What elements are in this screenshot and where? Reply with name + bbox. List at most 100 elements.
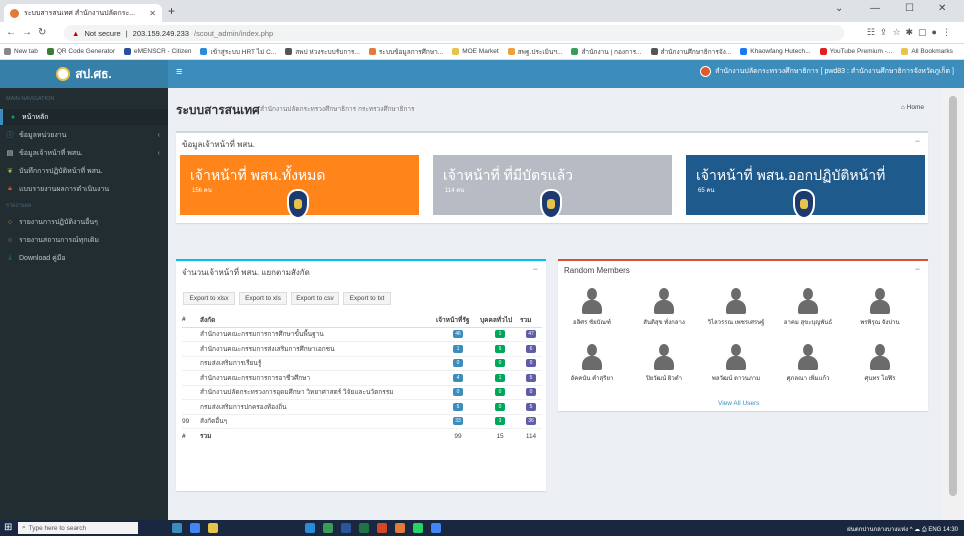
member-card[interactable]: อาคม สุขะบุญพันธ์ xyxy=(778,288,838,327)
word-icon[interactable] xyxy=(341,523,351,533)
line-icon[interactable] xyxy=(413,523,423,533)
bookmark-item[interactable]: New tab xyxy=(4,48,38,55)
bookmark-item[interactable]: MOE Market xyxy=(452,48,499,55)
count-badge: 3 xyxy=(495,417,505,426)
member-card[interactable]: พลวัฒน์ ดาวนภาม xyxy=(706,344,766,383)
table-header-row: # สังกัด เจ้าหน้าที่รัฐ บุคคลทั่วไป รวม xyxy=(182,313,542,328)
list-icon: ▤ xyxy=(6,150,14,157)
back-icon[interactable]: ← xyxy=(6,27,16,38)
app-icon[interactable] xyxy=(395,523,405,533)
menu-toggle-icon[interactable]: ≡ xyxy=(176,66,182,78)
bookmark-item[interactable]: ระบบข้อมูลการศึกษา... xyxy=(368,47,443,57)
taskbar-search-field[interactable]: ⌕ Type here to search xyxy=(18,522,138,534)
bookmark-item[interactable]: เข้าสู่ระบบ HRT ไม่ C... xyxy=(200,47,276,57)
forward-icon[interactable]: → xyxy=(22,27,32,38)
user-menu[interactable]: สำนักงานปลัดกระทรวงศึกษาธิการ [ pwd83 : … xyxy=(700,66,954,77)
sidebar-item-other-report[interactable]: ○ รายงานการปฏิบัติงานอื่นๆ xyxy=(0,214,168,230)
member-card[interactable]: อัคคนัน คำสุริยา xyxy=(562,344,622,383)
sidebar-header: MAIN NAVIGATION xyxy=(6,96,55,102)
app-logo[interactable]: สป.ศธ. xyxy=(0,60,168,88)
powerpoint-icon[interactable] xyxy=(377,523,387,533)
emblem-icon xyxy=(540,189,562,219)
sidebar-item-officers[interactable]: ▤ ข้อมูลเจ้าหน้าที่ พสน. ‹ xyxy=(0,145,168,161)
page-scrollbar[interactable] xyxy=(942,88,964,520)
cell-gov: 0 xyxy=(436,355,480,371)
sidebar-item-home[interactable]: ● หน้าหลัก xyxy=(0,109,168,125)
export-csv-button[interactable]: Export to csv xyxy=(291,292,339,305)
close-window-icon[interactable]: ✕ xyxy=(938,3,946,14)
qr-icon xyxy=(46,48,54,55)
facebook-icon xyxy=(740,48,748,55)
leaf-icon: ❦ xyxy=(7,168,13,175)
member-card[interactable]: ศุนทร โอฬิร xyxy=(850,344,910,383)
sidebar-item-report-form[interactable]: 🔒︎ แบบรายงานผลการดำเนินงาน xyxy=(0,181,168,197)
cell-agency: สำนักงานคณะกรรมการส่งเสริมการศึกษาเอกชน xyxy=(200,341,436,356)
site-icon xyxy=(200,48,208,55)
export-xls-button[interactable]: Export to xls xyxy=(239,292,287,305)
sidebar-item-agency[interactable]: ⓘ ข้อมูลหน่วยงาน ‹ xyxy=(0,127,168,143)
cell-agency: สังกัดอื่นๆ xyxy=(200,413,436,429)
member-name: พรพิรุณ จังปาน xyxy=(860,320,900,326)
bookmark-item[interactable]: สพฐ.ประเมินฯ... xyxy=(507,47,562,57)
breadcrumb[interactable]: ⌂ Home xyxy=(901,104,924,111)
browser-tab[interactable]: ระบบสารสนเทศ สำนักงานปลัดกระ... ✕ xyxy=(4,4,162,22)
task-view-icon[interactable] xyxy=(172,523,182,533)
member-card[interactable]: อลิศร ชัยบัณฑ์ xyxy=(562,288,622,327)
windows-start-icon[interactable]: ⊞ xyxy=(4,522,12,533)
user-avatar-icon xyxy=(653,288,675,314)
view-all-users-link[interactable]: View All Users xyxy=(718,400,759,407)
sidebar-header-report: รายงานผล xyxy=(6,203,32,209)
chrome-icon[interactable] xyxy=(190,523,200,533)
bookmark-item[interactable]: สำนักงานศึกษาธิการจัง... xyxy=(650,47,731,57)
export-xlsx-button[interactable]: Export to xlsx xyxy=(183,292,235,305)
minimize-icon[interactable]: — xyxy=(870,3,880,14)
bookmark-item[interactable]: QR Code Generator xyxy=(46,48,115,55)
all-bookmarks[interactable]: All Bookmarks xyxy=(901,48,953,55)
minimize-box-icon[interactable]: − xyxy=(915,136,920,146)
sidebar-item-duty-log[interactable]: ❦ บันทึกการปฏิบัติหน้าที่ พสน. xyxy=(0,163,168,179)
member-card[interactable]: ศุภลณา เพิ่มแก้ว xyxy=(778,344,838,383)
page-title: ระบบสารสนเทศ xyxy=(176,103,260,117)
table-row: สำนักงานคณะกรรมการส่งเสริมการศึกษาเอกชน 1… xyxy=(182,341,542,356)
app-icon[interactable] xyxy=(305,523,315,533)
sidebar-item-download-manual[interactable]: ⤓ Download คู่มือ xyxy=(0,250,168,266)
stat-card-on-duty: เจ้าหน้าที่ พสน.ออกปฏิบัติหน้าที่ 65 คน xyxy=(686,155,925,219)
bookmark-item[interactable]: Khaowfang Hutech... xyxy=(740,48,811,55)
cell-gov: 46 xyxy=(436,326,480,342)
bookmark-item[interactable]: eMENSCR - Citizen xyxy=(124,48,191,55)
member-card[interactable]: ปิยวัฒน์ ผิวดำ xyxy=(634,344,694,383)
count-badge: 0 xyxy=(495,402,505,411)
system-tray[interactable]: ฝนตกปานกลางบางแห่ง ^ ☁ ⎙ ENG 14:30 xyxy=(847,524,958,534)
member-card[interactable]: สันติสุข ทั่งกลาง xyxy=(634,288,694,327)
excel-icon[interactable] xyxy=(359,523,369,533)
member-card[interactable]: พรพิรุณ จังปาน xyxy=(850,288,910,327)
file-explorer-icon[interactable] xyxy=(208,523,218,533)
url-field[interactable]: ▲ Not secure | 203.159.249.233/scout_adm… xyxy=(64,25,844,41)
bookmark-item[interactable]: สพป ห่วงระบบรับการ... xyxy=(285,47,360,57)
favicon-icon xyxy=(10,8,19,18)
bookmark-item[interactable]: สำนักงาน | กองการ... xyxy=(571,47,642,57)
extension-icons[interactable]: ☷⇪☆✱▢●⋮ xyxy=(867,27,956,38)
chrome-icon[interactable] xyxy=(431,523,441,533)
url-separator: | xyxy=(125,28,128,38)
excel-icon[interactable] xyxy=(323,523,333,533)
chevron-down-icon[interactable]: ⌄ xyxy=(835,3,843,14)
minimize-box-icon[interactable]: − xyxy=(533,264,538,274)
export-txt-button[interactable]: Export to txt xyxy=(343,292,391,305)
cell-agency: กรมส่งเสริมการปกครองท้องถิ่น xyxy=(200,399,436,414)
user-avatar-icon xyxy=(653,344,675,370)
bookmark-item[interactable]: YouTube Premium -... xyxy=(819,48,892,55)
scrollbar-thumb[interactable] xyxy=(949,96,957,496)
close-tab-icon[interactable]: ✕ xyxy=(149,9,156,18)
member-card[interactable]: วิไลวรรณ เพชรเศรษฐ์ xyxy=(706,288,766,327)
count-badge: 4 xyxy=(453,373,463,382)
chevron-left-icon: ‹ xyxy=(157,131,160,139)
user-avatar-icon xyxy=(725,288,747,314)
minimize-box-icon[interactable]: − xyxy=(915,264,920,274)
maximize-icon[interactable]: ☐ xyxy=(905,3,914,14)
windows-taskbar: ⊞ ⌕ Type here to search ฝนตกปานกลางบางแห… xyxy=(0,520,964,536)
user-avatar-icon xyxy=(797,344,819,370)
new-tab-icon[interactable]: + xyxy=(168,4,175,18)
reload-icon[interactable]: ↻ xyxy=(38,27,46,38)
sidebar-item-situation-report[interactable]: ○ รายงานสถานการณ์ทุกเดิม xyxy=(0,232,168,248)
